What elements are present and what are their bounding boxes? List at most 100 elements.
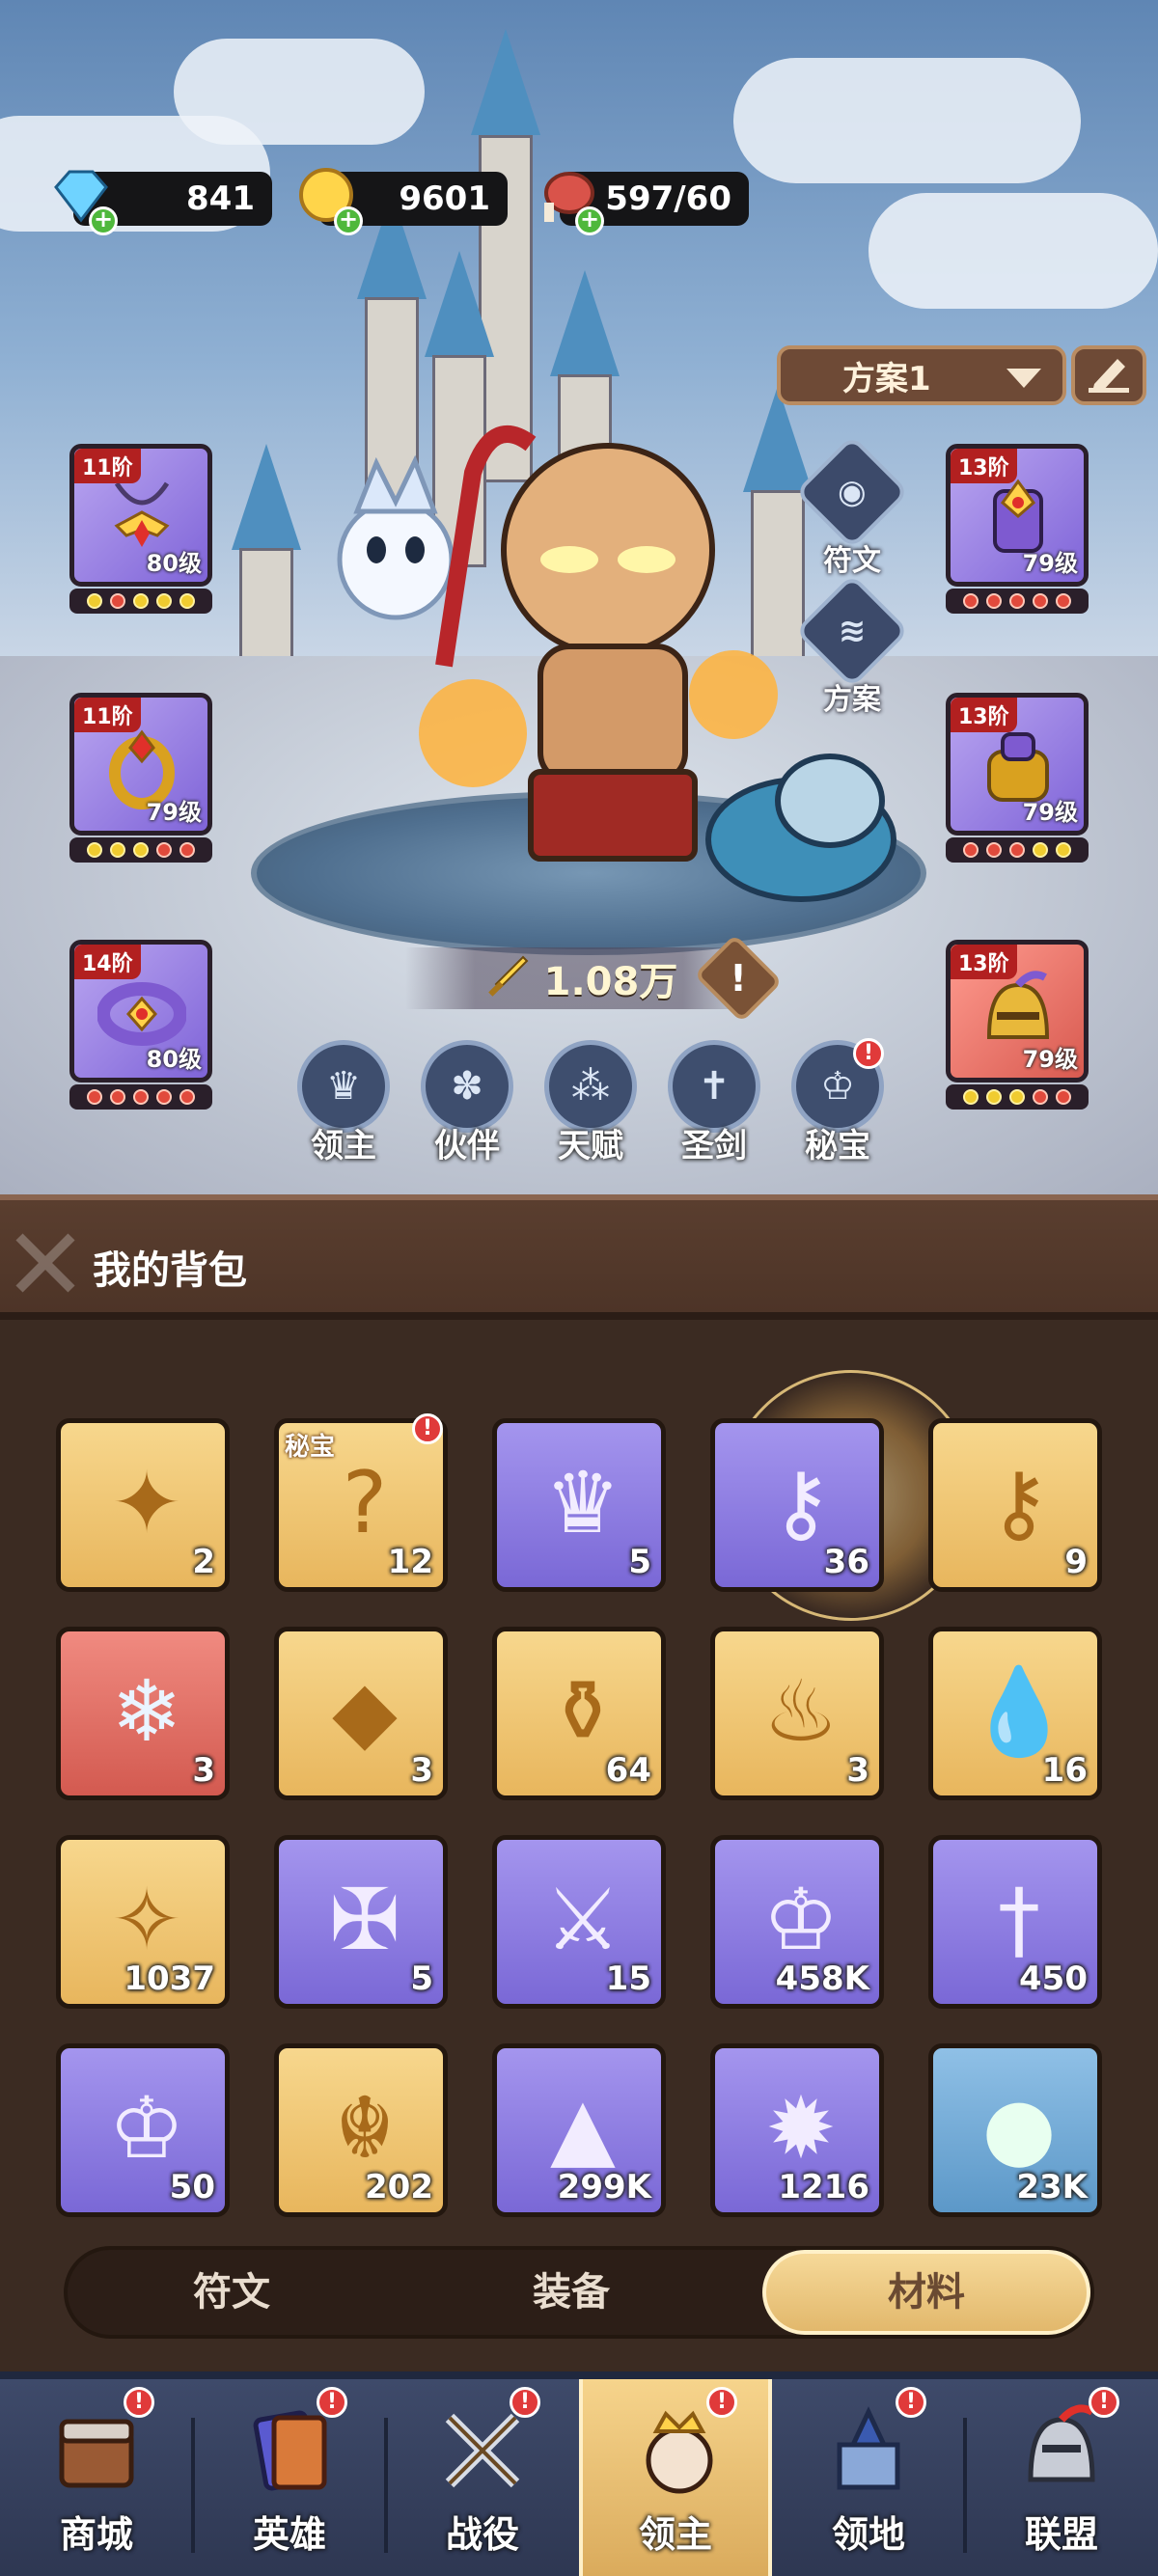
- equip-slot-helmet[interactable]: 13阶 79级: [946, 940, 1089, 1082]
- tab-equipment[interactable]: 装备: [407, 2250, 735, 2335]
- bottom-nav: ! 商城 ! 英雄 ! 战役 ! 领主 ! 领地 ! 联盟: [0, 2371, 1158, 2576]
- bag-item[interactable]: ◆ 3: [274, 1627, 448, 1800]
- green-orb-icon: ●: [981, 2078, 1057, 2178]
- tab-runes[interactable]: 符文: [68, 2250, 396, 2335]
- item-count: 16: [1041, 1751, 1088, 1790]
- bag-item[interactable]: ♨ 3: [710, 1627, 884, 1800]
- notification-badge: !: [1089, 2387, 1119, 2418]
- bag-item[interactable]: ✠ 5: [274, 1835, 448, 2009]
- bag-item[interactable]: ● 23K: [928, 2043, 1102, 2217]
- hero-scene: + 841 + 9601 + 597/60 方案1 ◉ 符文 ≋ 方案 11阶 …: [0, 0, 1158, 1196]
- equip-slot-gloves[interactable]: 13阶 79级: [946, 693, 1089, 836]
- bag-item[interactable]: ❄ 3: [56, 1627, 230, 1800]
- bag-item[interactable]: † 450: [928, 1835, 1102, 2009]
- bag-item[interactable]: 💧 16: [928, 1627, 1102, 1800]
- bag-item[interactable]: ♔ 50: [56, 2043, 230, 2217]
- tab-partner[interactable]: ✽ 伙伴: [409, 1040, 525, 1166]
- nav-shop[interactable]: ! 商城: [0, 2379, 193, 2576]
- item-count: 36: [823, 1543, 869, 1581]
- bag-item[interactable]: ✹ 1216: [710, 2043, 884, 2217]
- tab-talent-label: 天赋: [558, 1127, 623, 1165]
- bag-item[interactable]: ☬ 202: [274, 2043, 448, 2217]
- item-count: 450: [1019, 1959, 1088, 1998]
- nav-campaign[interactable]: ! 战役: [386, 2379, 579, 2576]
- cloud: [174, 39, 425, 145]
- tab-treasure[interactable]: ♔ 秘宝 !: [780, 1038, 896, 1166]
- bag-item[interactable]: ✦ 2: [56, 1418, 230, 1592]
- notification-badge: !: [317, 2387, 347, 2418]
- bag-item[interactable]: ⚱ 64: [492, 1627, 666, 1800]
- level-label: 80级: [146, 1046, 202, 1073]
- tab-partner-label: 伙伴: [434, 1127, 500, 1165]
- add-diamond-button[interactable]: +: [89, 206, 118, 235]
- nav-lord[interactable]: ! 领主: [579, 2379, 772, 2576]
- star-dots: [69, 837, 212, 863]
- preset-dropdown[interactable]: 方案1: [777, 345, 1066, 405]
- nav-territory-label: 领地: [831, 2513, 905, 2556]
- gold-key-icon: ⚷: [987, 1453, 1051, 1552]
- equip-slot-ring[interactable]: 11阶 79级: [69, 693, 212, 836]
- tab-treasure-label: 秘宝: [805, 1127, 870, 1165]
- shop-chest-icon: [59, 2419, 134, 2488]
- equip-slot-armor[interactable]: 13阶 79级: [946, 444, 1089, 587]
- bag-item[interactable]: ⚷ 9: [928, 1418, 1102, 1592]
- bag-item[interactable]: ⚔ 15: [492, 1835, 666, 2009]
- star-crystal-icon: ✧: [111, 1870, 182, 1969]
- tab-lord[interactable]: ♛ 领主: [286, 1040, 401, 1166]
- tab-holy-sword-label: 圣剑: [681, 1127, 747, 1165]
- gold-counter: + 9601: [299, 168, 508, 235]
- preset-button[interactable]: ≋ 方案: [794, 573, 910, 718]
- tab-materials[interactable]: 材料: [762, 2250, 1090, 2335]
- tab-holy-sword[interactable]: ✝ 圣剑: [656, 1040, 772, 1166]
- tier-label: 13阶: [951, 449, 1017, 483]
- equip-slot-belt[interactable]: 14阶 80级: [69, 940, 212, 1082]
- add-gold-button[interactable]: +: [334, 206, 363, 235]
- item-count: 9: [1064, 1543, 1088, 1581]
- tab-lord-label: 领主: [311, 1127, 376, 1165]
- lord-avatar-icon: [646, 2410, 713, 2494]
- notification-badge: !: [853, 1038, 884, 1069]
- level-label: 79级: [1022, 799, 1078, 826]
- tab-talent[interactable]: ⁂ 天赋: [533, 1040, 648, 1166]
- level-label: 79级: [1022, 550, 1078, 577]
- dragon-emblem-icon: ☬: [334, 2078, 396, 2178]
- item-count: 23K: [1016, 2168, 1088, 2206]
- nav-heroes[interactable]: ! 英雄: [193, 2379, 386, 2576]
- stamina-value: 597/60: [605, 179, 731, 218]
- bag-item[interactable]: ⚷ 36: [710, 1418, 884, 1592]
- equip-slot-necklace[interactable]: 11阶 80级: [69, 444, 212, 587]
- diamond-value: 841: [186, 179, 255, 218]
- armored-turtle-pet-icon: [705, 754, 896, 902]
- edit-preset-button[interactable]: [1071, 345, 1146, 405]
- item-count: 3: [846, 1751, 869, 1790]
- purple-sand-icon: ▲: [550, 2078, 616, 2178]
- tier-label: 11阶: [74, 449, 141, 483]
- tier-label: 13阶: [951, 945, 1017, 979]
- crown-coin-icon: ♔: [762, 1870, 840, 1969]
- bag-item[interactable]: ? 秘宝! 12: [274, 1413, 448, 1592]
- nav-territory[interactable]: ! 领地: [772, 2379, 965, 2576]
- rainbow-crown-coin-icon: ♔: [108, 2078, 185, 2178]
- rune-button[interactable]: ◉ 符文: [794, 434, 910, 579]
- mystery-puzzle-icon: ?: [342, 1453, 388, 1552]
- item-count: 5: [628, 1543, 651, 1581]
- knight-helmet-icon: [1028, 2404, 1095, 2482]
- add-stamina-button[interactable]: +: [575, 206, 604, 235]
- bag-header: 我的背包: [0, 1194, 1158, 1320]
- bag-item[interactable]: ♔ 458K: [710, 1835, 884, 2009]
- star-dots: [69, 589, 212, 614]
- castle-icon: [837, 2406, 900, 2490]
- bag-item[interactable]: ▲ 299K: [492, 2043, 666, 2217]
- item-count: 15: [605, 1959, 651, 1998]
- nav-alliance[interactable]: ! 联盟: [965, 2379, 1158, 2576]
- bag-item[interactable]: ♛ 5: [492, 1418, 666, 1592]
- tier-label: 13阶: [951, 698, 1017, 732]
- level-label: 79级: [1022, 1046, 1078, 1073]
- star-compass-icon: ✦: [111, 1453, 182, 1552]
- bag-item[interactable]: ✧ 1037: [56, 1835, 230, 2009]
- nav-heroes-label: 英雄: [252, 2513, 326, 2556]
- sword-emblem-icon: †: [998, 1870, 1040, 1969]
- item-tag: 秘宝: [285, 1433, 336, 1462]
- nav-shop-label: 商城: [59, 2513, 133, 2556]
- item-count: 1216: [778, 2168, 869, 2206]
